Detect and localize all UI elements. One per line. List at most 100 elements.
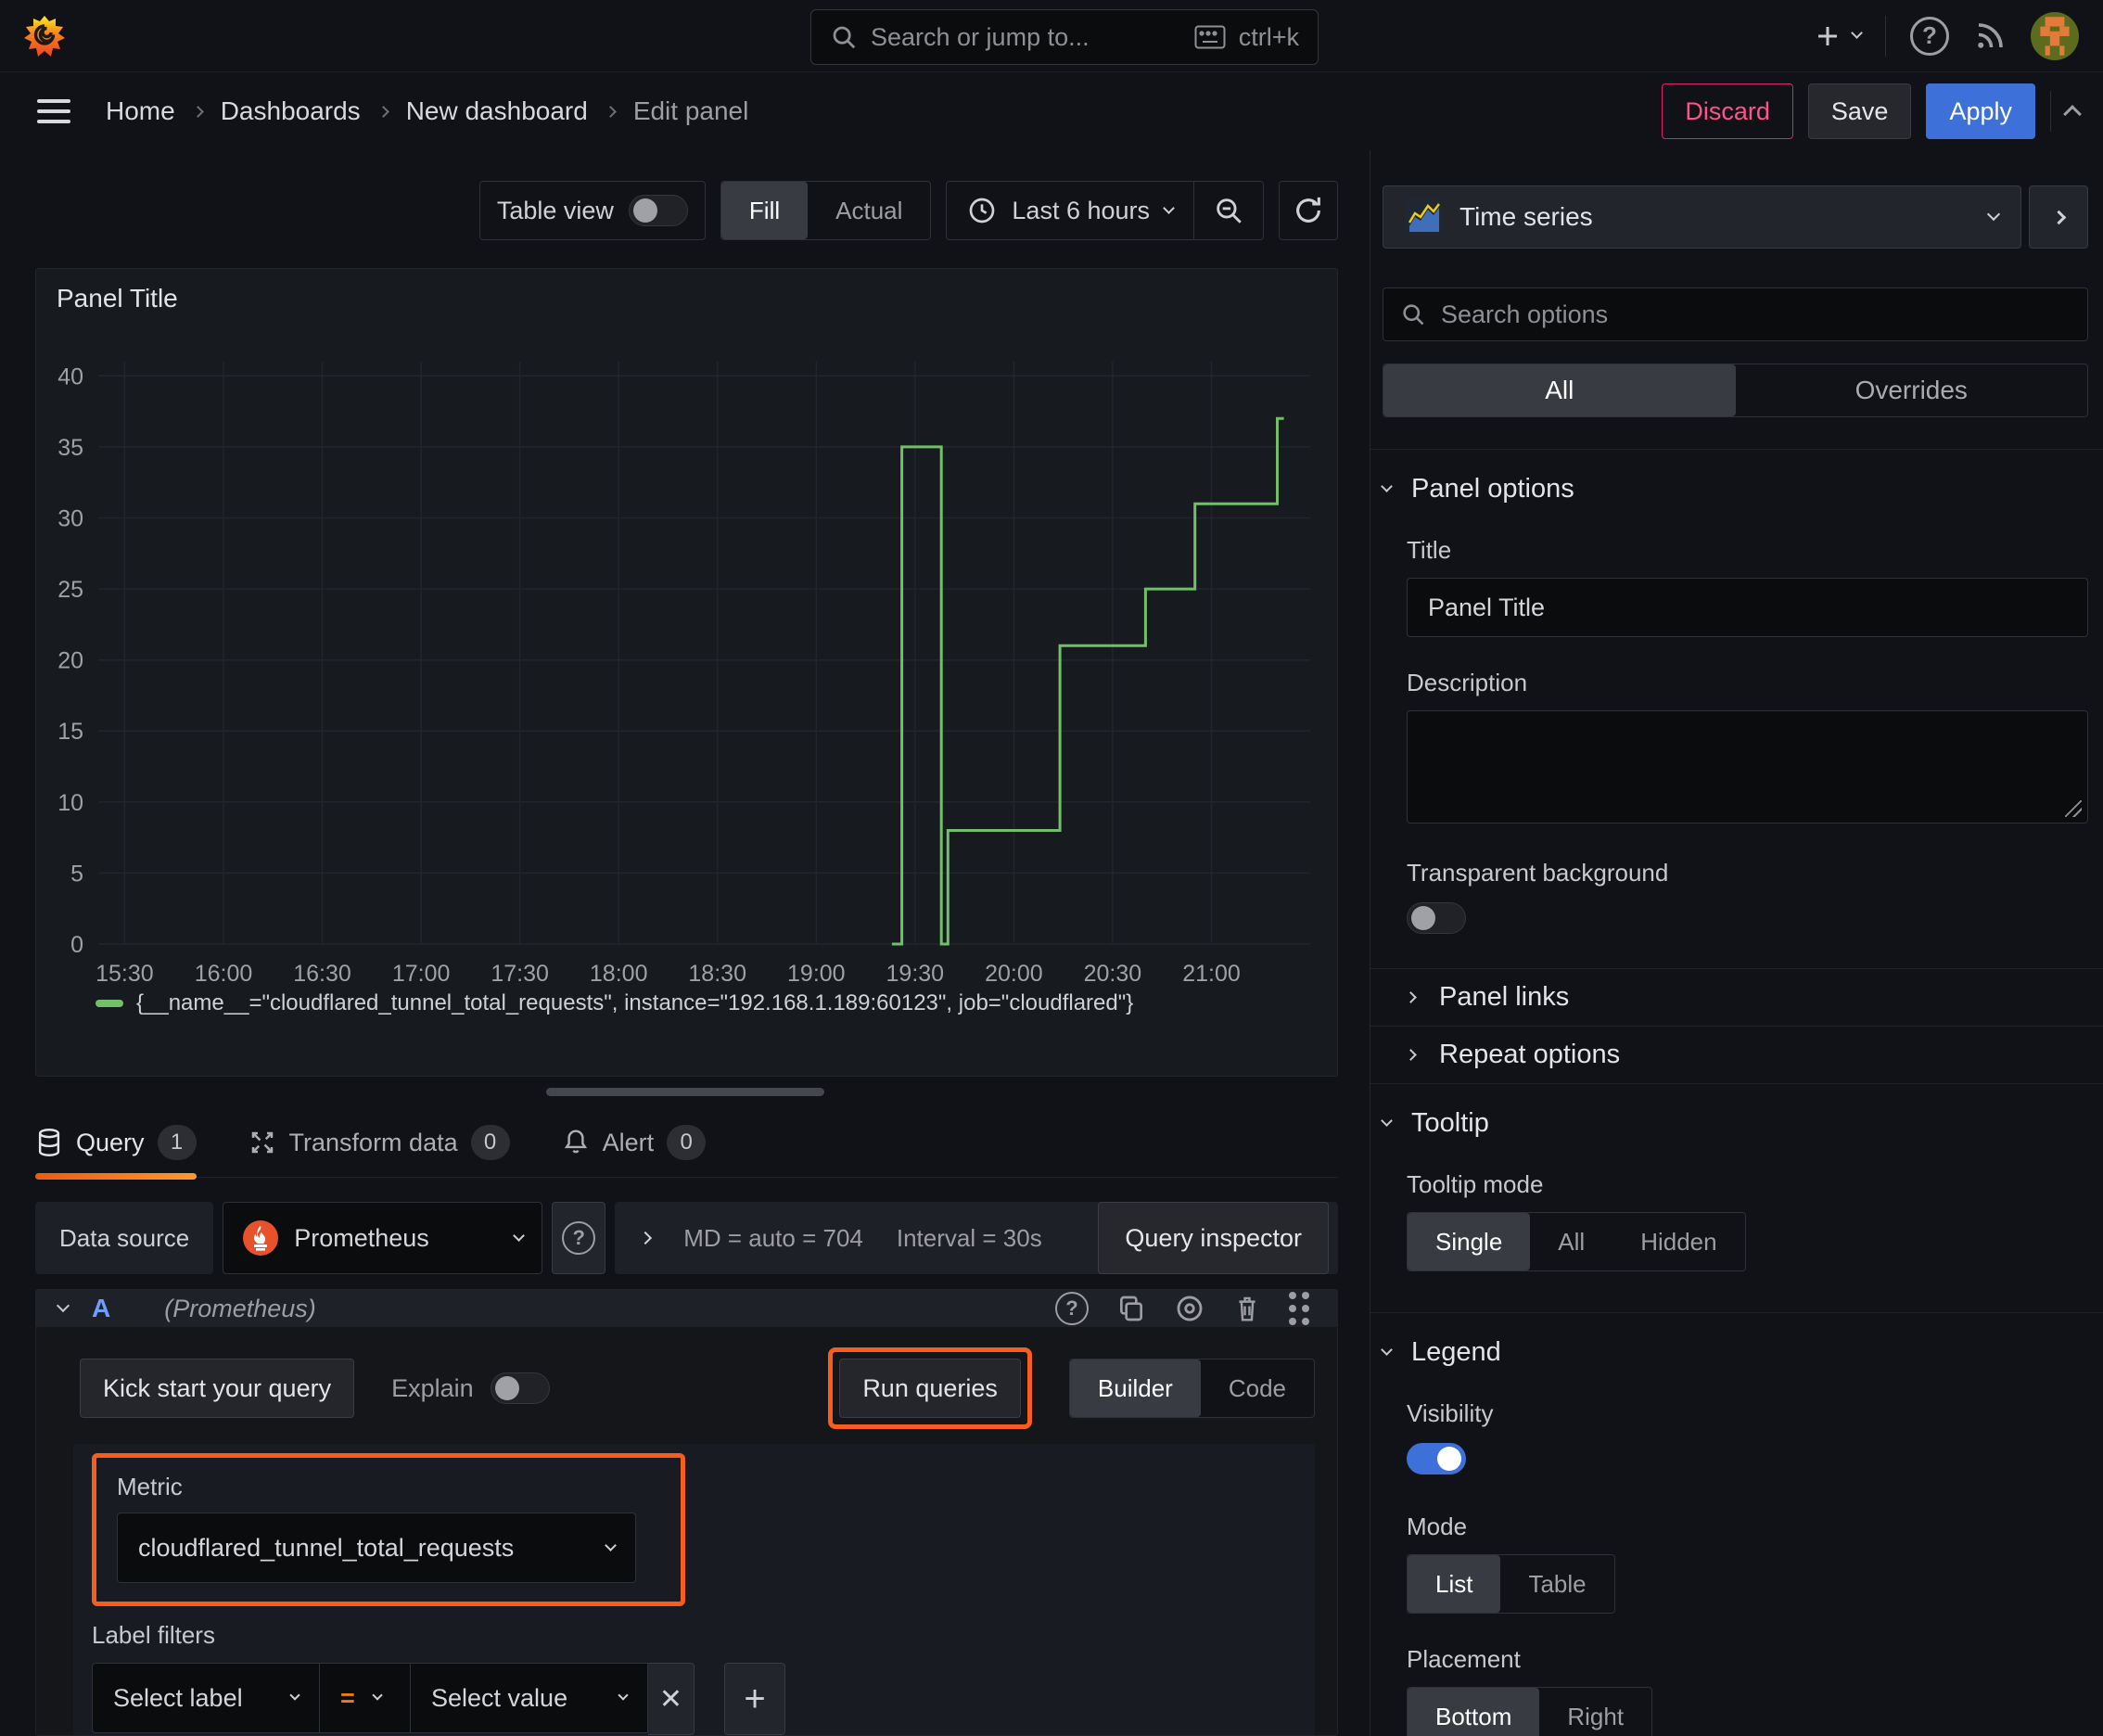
collapse-options-button[interactable] xyxy=(2029,185,2088,249)
kick-start-button[interactable]: Kick start your query xyxy=(80,1359,355,1418)
panel-title-value: Panel Title xyxy=(1428,593,1546,621)
collapse-query-icon[interactable] xyxy=(56,1298,70,1313)
tab-transform-data[interactable]: Transform data 0 xyxy=(249,1125,510,1177)
news-rss-icon[interactable] xyxy=(1973,19,2007,53)
repeat-options-header[interactable]: Repeat options xyxy=(1405,1040,2088,1070)
panel-options-header[interactable]: Panel options xyxy=(1381,474,2088,504)
query-inspector-button[interactable]: Query inspector xyxy=(1098,1202,1329,1274)
refresh-button[interactable] xyxy=(1279,181,1338,240)
section-divider xyxy=(1370,449,2103,450)
panel-resize-handle[interactable] xyxy=(545,1088,824,1096)
actions-divider xyxy=(2050,91,2051,132)
tab-query[interactable]: Query 1 xyxy=(35,1125,197,1180)
discard-button[interactable]: Discard xyxy=(1662,83,1793,139)
series-label[interactable]: {__name__="cloudflared_tunnel_total_requ… xyxy=(136,990,1133,1016)
new-menu-button[interactable] xyxy=(1814,22,1863,50)
breadcrumb-dashboards[interactable]: Dashboards xyxy=(221,96,361,126)
add-filter-button[interactable]: + xyxy=(724,1663,785,1735)
panel-title-input[interactable]: Panel Title xyxy=(1407,578,2088,637)
time-range-label: Last 6 hours xyxy=(1012,196,1150,224)
placement-label: Placement xyxy=(1407,1645,1521,1673)
resize-grip-icon[interactable] xyxy=(2065,800,2082,817)
visualization-picker[interactable]: Time series xyxy=(1383,185,2021,249)
tab-alert[interactable]: Alert 0 xyxy=(562,1125,707,1177)
time-series-chart[interactable]: 15:30 16:00 16:30 17:00 17:30 18:00 18:30 19:00… xyxy=(36,321,1337,989)
time-range-picker[interactable]: Last 6 hours xyxy=(947,196,1193,225)
legend-header[interactable]: Legend xyxy=(1381,1337,2088,1368)
description-textarea[interactable] xyxy=(1407,710,2088,823)
fill-option[interactable]: Fill xyxy=(720,182,809,239)
query-options-bar[interactable]: MD = auto = 704 Interval = 30s Query ins… xyxy=(615,1202,1338,1274)
panel-links-header[interactable]: Panel links xyxy=(1405,982,2088,1013)
bell-icon xyxy=(562,1128,590,1157)
code-option[interactable]: Code xyxy=(1201,1359,1314,1417)
breadcrumb-new-dashboard[interactable]: New dashboard xyxy=(406,96,588,126)
global-search-input[interactable]: Search or jump to... ctrl+k xyxy=(810,9,1319,65)
breadcrumb-separator-icon xyxy=(604,105,617,118)
duplicate-query-icon[interactable] xyxy=(1116,1294,1146,1323)
options-search-input[interactable]: Search options xyxy=(1383,287,2088,341)
search-icon xyxy=(1400,301,1426,327)
tooltip-mode-label: Tooltip mode xyxy=(1407,1170,1544,1198)
actual-option[interactable]: Actual xyxy=(808,182,930,239)
toggle-visibility-icon[interactable] xyxy=(1174,1293,1205,1324)
placement-right-option[interactable]: Right xyxy=(1539,1688,1651,1736)
panel-view-toolbar: Table view Fill Actual Last 6 hours xyxy=(35,181,1338,240)
help-icon[interactable]: ? xyxy=(1910,16,1949,56)
apply-button[interactable]: Apply xyxy=(1926,83,2035,139)
delete-query-icon[interactable] xyxy=(1233,1294,1261,1323)
search-placeholder: Search or jump to... xyxy=(871,22,1090,51)
placement-bottom-option[interactable]: Bottom xyxy=(1408,1688,1540,1736)
menu-toggle-icon[interactable] xyxy=(37,99,70,123)
query-help-icon[interactable]: ? xyxy=(1055,1292,1089,1325)
select-value-dropdown[interactable]: Select value xyxy=(411,1663,648,1733)
panel-title[interactable]: Panel Title xyxy=(36,269,1337,321)
builder-option[interactable]: Builder xyxy=(1069,1359,1201,1417)
select-label-dropdown[interactable]: Select label xyxy=(92,1663,320,1733)
tab-all-options[interactable]: All xyxy=(1383,364,1736,416)
zoom-out-icon[interactable] xyxy=(1194,195,1263,226)
operator-dropdown[interactable]: = xyxy=(320,1663,411,1733)
title-field-label: Title xyxy=(1407,536,1452,564)
editor-tabs: Query 1 Transform data 0 Alert 0 xyxy=(35,1118,1338,1180)
tooltip-single-option[interactable]: Single xyxy=(1408,1213,1531,1270)
panel-options-sidebar: Time series Search options All Overrides xyxy=(1370,150,2103,1736)
section-divider xyxy=(1370,1312,2103,1313)
visibility-label: Visibility xyxy=(1407,1399,1494,1427)
drag-handle-icon[interactable] xyxy=(1289,1292,1309,1325)
grafana-logo-icon[interactable] xyxy=(24,14,65,58)
metric-select[interactable]: cloudflared_tunnel_total_requests xyxy=(117,1513,636,1583)
datasource-help-button[interactable]: ? xyxy=(552,1202,606,1274)
transparent-bg-switch[interactable] xyxy=(1407,902,1466,934)
legend-visibility-switch[interactable] xyxy=(1407,1443,1466,1474)
label-filters-label: Label filters xyxy=(92,1621,215,1649)
visualization-picker-row: Time series xyxy=(1383,185,2088,249)
remove-filter-button[interactable]: ✕ xyxy=(648,1663,695,1735)
datasource-picker[interactable]: Prometheus xyxy=(223,1202,543,1274)
tooltip-all-option[interactable]: All xyxy=(1530,1213,1612,1270)
mode-table-option[interactable]: Table xyxy=(1500,1555,1613,1613)
explain-switch[interactable] xyxy=(490,1372,550,1404)
collapse-pane-icon[interactable] xyxy=(2063,105,2082,123)
interval: Interval = 30s xyxy=(896,1223,1042,1252)
run-queries-button[interactable]: Run queries xyxy=(839,1359,1021,1418)
search-icon xyxy=(830,23,858,51)
mode-list-option[interactable]: List xyxy=(1408,1555,1501,1613)
svg-text:18:30: 18:30 xyxy=(688,961,746,987)
metric-highlight: Metric cloudflared_tunnel_total_requests xyxy=(92,1453,685,1606)
tab-overrides[interactable]: Overrides xyxy=(1736,364,2088,416)
save-button[interactable]: Save xyxy=(1807,83,1912,139)
table-view-switch[interactable] xyxy=(628,195,688,226)
query-ref-id: A xyxy=(92,1294,111,1322)
panel-links-title: Panel links xyxy=(1439,982,1570,1012)
tooltip-header[interactable]: Tooltip xyxy=(1381,1108,2088,1139)
query-header[interactable]: A (Prometheus) ? xyxy=(36,1290,1337,1327)
builder-code-segment: Builder Code xyxy=(1068,1359,1315,1418)
top-nav-bar: Search or jump to... ctrl+k ? xyxy=(0,0,2103,72)
svg-text:18:00: 18:00 xyxy=(590,961,648,987)
time-controls: Last 6 hours xyxy=(946,181,1264,240)
breadcrumb-home[interactable]: Home xyxy=(106,96,175,126)
tooltip-hidden-option[interactable]: Hidden xyxy=(1612,1213,1744,1270)
visualization-name: Time series xyxy=(1459,202,1593,231)
user-avatar[interactable] xyxy=(2031,11,2079,60)
